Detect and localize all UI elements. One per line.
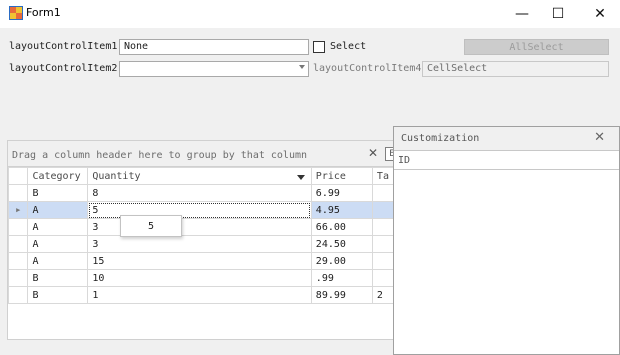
column-header-quantity-label: Quantity [92, 170, 141, 182]
layout-item2-combobox[interactable] [119, 61, 309, 77]
layout-item1-textbox[interactable]: None [119, 39, 309, 55]
cell-price[interactable]: .99 [310, 269, 373, 287]
table-row[interactable]: B 1 89.99 2 [7, 286, 395, 304]
cell-price[interactable]: 29.00 [310, 252, 373, 270]
close-icon[interactable]: ✕ [368, 146, 378, 160]
customization-field-item[interactable]: ID [394, 152, 619, 170]
cell-price[interactable]: 6.99 [310, 184, 373, 202]
chevron-down-icon[interactable] [299, 65, 305, 69]
group-panel-hint: Drag a column header here to group by th… [12, 150, 308, 161]
cell-category[interactable]: B [27, 184, 89, 202]
row-indicator-arrow-icon[interactable]: ▶ [7, 201, 29, 219]
cell-extra[interactable] [371, 235, 395, 253]
customization-title: Customization [401, 133, 480, 144]
cell-quantity[interactable]: 3 [87, 235, 312, 253]
select-checkbox[interactable] [313, 41, 325, 53]
cell-quantity[interactable]: 10 [87, 269, 312, 287]
close-button[interactable]: ✕ [582, 0, 618, 28]
table-row[interactable]: B 10 .99 [7, 269, 395, 287]
column-header-quantity[interactable]: Quantity [87, 167, 312, 185]
cell-extra[interactable]: 2 [371, 286, 395, 304]
minimize-button[interactable]: — [504, 0, 540, 28]
cell-quantity[interactable]: 1 [87, 286, 312, 304]
grid-table[interactable]: Category Quantity Price Ta B 8 6.99 ▶ A … [7, 167, 395, 304]
cell-extra[interactable] [371, 218, 395, 236]
cell-category[interactable]: B [27, 269, 89, 287]
filter-dropdown-icon[interactable] [296, 175, 305, 180]
row-indicator[interactable] [7, 252, 29, 270]
cell-price[interactable]: 24.50 [310, 235, 373, 253]
data-grid[interactable]: Drag a column header here to group by th… [7, 140, 399, 340]
table-row[interactable]: A 3 24.50 [7, 235, 395, 253]
cell-category[interactable]: A [27, 218, 89, 236]
cell-price[interactable]: 4.95 [310, 201, 373, 219]
app-icon [9, 6, 23, 20]
close-icon[interactable]: ✕ [594, 130, 605, 145]
layout-item4-textbox[interactable]: CellSelect [422, 61, 609, 77]
cell-quantity[interactable]: 8 [87, 184, 312, 202]
row-indicator[interactable] [7, 286, 29, 304]
maximize-button[interactable]: ☐ [540, 0, 576, 28]
customization-header: Customization ✕ [394, 127, 619, 151]
group-panel[interactable]: Drag a column header here to group by th… [8, 141, 399, 167]
cell-extra[interactable] [371, 201, 395, 219]
cell-extra[interactable] [371, 252, 395, 270]
allselect-button[interactable]: AllSelect [464, 39, 609, 55]
cell-category[interactable]: B [27, 286, 89, 304]
cell-editor-popup[interactable]: 5 [120, 215, 182, 237]
cell-category[interactable]: A [27, 201, 89, 219]
row-indicator[interactable] [7, 184, 29, 202]
cell-quantity[interactable]: 15 [87, 252, 312, 270]
layout-item4-label: layoutControlItem4 [313, 63, 422, 74]
title-bar: Form1 — ☐ ✕ [0, 0, 620, 28]
cell-price[interactable]: 66.00 [310, 218, 373, 236]
row-indicator[interactable] [7, 269, 29, 287]
column-header-row: Category Quantity Price Ta [7, 167, 395, 185]
table-row[interactable]: A 3 66.00 [7, 218, 395, 236]
header-indicator [7, 167, 29, 185]
column-header-price[interactable]: Price [310, 167, 373, 185]
table-row-focused[interactable]: ▶ A 5 4.95 [7, 201, 395, 219]
row-indicator[interactable] [7, 235, 29, 253]
cell-extra[interactable] [371, 269, 395, 287]
cell-price[interactable]: 89.99 [310, 286, 373, 304]
column-header-category[interactable]: Category [27, 167, 89, 185]
cell-category[interactable]: A [27, 235, 89, 253]
row-indicator[interactable] [7, 218, 29, 236]
select-checkbox-label[interactable]: Select [330, 41, 366, 52]
column-header-extra[interactable]: Ta [371, 167, 395, 185]
table-row[interactable]: A 15 29.00 [7, 252, 395, 270]
window-title: Form1 [26, 6, 61, 19]
cell-extra[interactable] [371, 184, 395, 202]
layout-item2-label: layoutControlItem2 [9, 63, 118, 74]
table-row[interactable]: B 8 6.99 [7, 184, 395, 202]
layout-item1-label: layoutControlItem1 [9, 41, 118, 52]
customization-window[interactable]: Customization ✕ ID [393, 126, 620, 355]
cell-category[interactable]: A [27, 252, 89, 270]
